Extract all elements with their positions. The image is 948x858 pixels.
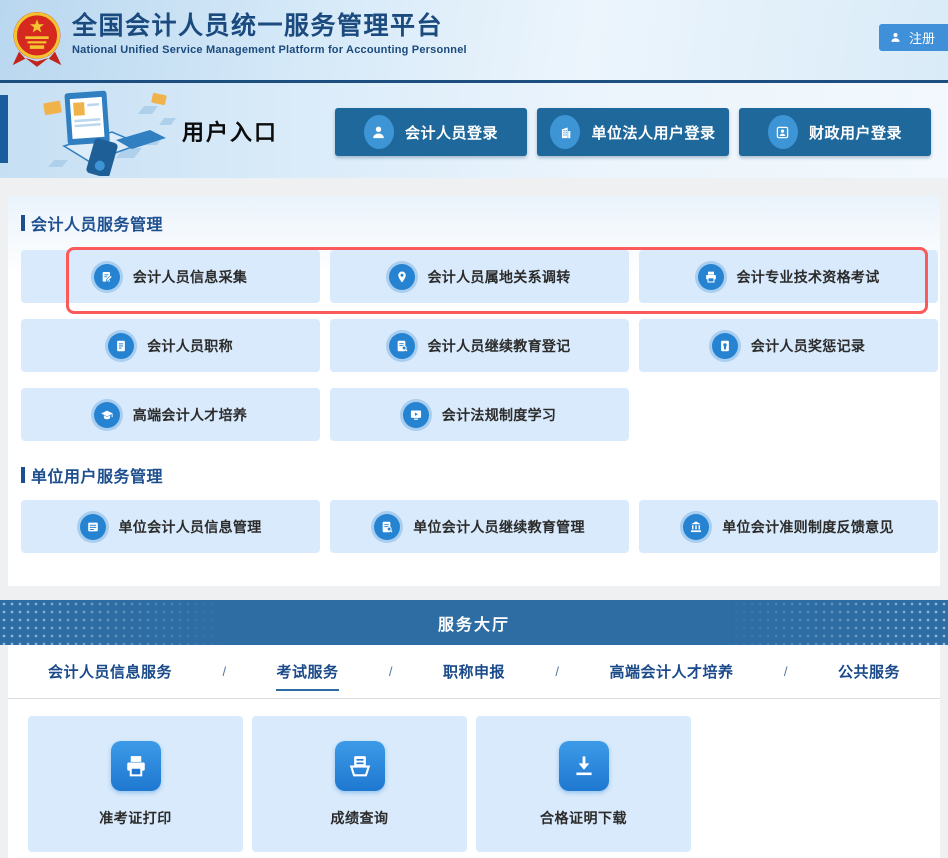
service-card[interactable]: 单位会计人员信息管理 (21, 500, 320, 553)
brand-block: 全国会计人员统一服务管理平台 National Unified Service … (72, 11, 467, 56)
printer-icon (698, 264, 724, 290)
page-subtitle: National Unified Service Management Plat… (72, 44, 467, 56)
id-card-icon (80, 514, 106, 540)
login-button-label: 单位法人用户登录 (591, 122, 715, 143)
tab-separator: / (784, 664, 788, 679)
edit-doc-icon (99, 269, 115, 285)
service-card[interactable]: 会计人员属地关系调转 (330, 250, 629, 303)
tab-5[interactable]: 公共服务 (838, 661, 900, 682)
service-cards-personnel: 会计人员信息采集 会计人员属地关系调转 会计专业技术资格考试会计人员职称 会计人员继续… (21, 250, 938, 441)
tab-separator: / (555, 664, 559, 679)
doc-badge-icon (712, 333, 738, 359)
printer-icon (703, 269, 719, 285)
band-accent-strip (0, 95, 8, 163)
person-icon (889, 31, 902, 44)
register-button[interactable]: 注册 (879, 24, 948, 51)
national-emblem-icon (10, 8, 64, 70)
document-icon (113, 338, 129, 354)
service-card[interactable]: 会计人员职称 (21, 319, 320, 372)
section-title-personnel: 会计人员服务管理 (21, 212, 940, 234)
scan-doc-icon (335, 741, 385, 791)
service-tile[interactable]: 准考证打印 (28, 716, 243, 852)
doc-search-icon (389, 333, 415, 359)
login-button-1[interactable]: 会计人员登录 (335, 108, 527, 156)
service-card[interactable]: 会计专业技术资格考试 (639, 250, 938, 303)
register-label: 注册 (909, 28, 935, 47)
badge-person-icon (774, 124, 791, 141)
printer2-icon (111, 741, 161, 791)
service-card-label: 会计人员继续教育登记 (428, 336, 571, 356)
service-cards-unit: 单位会计人员信息管理 单位会计人员继续教育管理 单位会计准则制度反馈意见 (21, 500, 938, 553)
section-title-unit: 单位用户服务管理 (21, 464, 940, 486)
page-header: 全国会计人员统一服务管理平台 National Unified Service … (0, 0, 948, 80)
user-entry-title: 用户入口 (182, 83, 278, 178)
user-entry-illustration (26, 86, 181, 176)
service-card[interactable]: 会计人员奖惩记录 (639, 319, 938, 372)
graduation-cap-icon (94, 402, 120, 428)
service-card[interactable]: 高端会计人才培养 (21, 388, 320, 441)
service-card-label: 会计人员属地关系调转 (428, 267, 571, 287)
tab-separator: / (389, 664, 393, 679)
service-hall-title: 服务大厅 (438, 611, 510, 635)
service-tile-label: 成绩查询 (331, 808, 389, 828)
service-card-label: 单位会计人员信息管理 (119, 517, 262, 537)
service-card[interactable]: 会计人员继续教育登记 (330, 319, 629, 372)
monitor-play-icon (403, 402, 429, 428)
service-card[interactable]: 单位会计准则制度反馈意见 (639, 500, 938, 553)
service-hall-tabs: 会计人员信息服务 / 考试服务 / 职称申报 / 高端会计人才培养 / 公共服务 (8, 645, 940, 699)
edit-doc-icon (94, 264, 120, 290)
id-card-icon (85, 519, 101, 535)
doc-search-icon (374, 514, 400, 540)
service-tile-label: 准考证打印 (99, 808, 172, 828)
tab-3[interactable]: 职称申报 (443, 661, 505, 682)
tab-4[interactable]: 高端会计人才培养 (609, 661, 733, 682)
badge-person-icon (768, 115, 798, 149)
tab-2[interactable]: 考试服务 (276, 661, 338, 682)
building-feedback-icon (683, 514, 709, 540)
service-card-label: 单位会计准则制度反馈意见 (722, 517, 894, 537)
person-icon (364, 115, 394, 149)
main-panel: 会计人员服务管理 会计人员信息采集会计人员属地关系调转会计专业技术资格考试会计人… (8, 196, 940, 586)
service-card-label: 高端会计人才培养 (133, 405, 247, 425)
document-icon (108, 333, 134, 359)
service-tile[interactable]: 成绩查询 (252, 716, 467, 852)
tab-separator: / (222, 664, 226, 679)
service-card-label: 会计人员奖惩记录 (751, 336, 865, 356)
service-hall-banner: 服务大厅 (0, 600, 948, 645)
service-card[interactable]: 会计人员信息采集 (21, 250, 320, 303)
user-entry-band: 用户入口 会计人员登录 单位法人用户登录 财政用户登录 (0, 83, 948, 178)
monitor-play-icon (408, 407, 424, 423)
login-button-label: 会计人员登录 (405, 122, 498, 143)
service-hall-panel: 会计人员信息服务 / 考试服务 / 职称申报 / 高端会计人才培养 / 公共服务 准考证打印 成绩… (8, 645, 940, 858)
building-icon (550, 115, 580, 149)
download-icon (570, 752, 598, 780)
service-card-label: 会计人员信息采集 (133, 267, 247, 287)
building-feedback-icon (688, 519, 704, 535)
service-tile-label: 合格证明下载 (540, 808, 627, 828)
tab-1[interactable]: 会计人员信息服务 (48, 661, 172, 682)
service-tile[interactable]: 合格证明下载 (476, 716, 691, 852)
service-card-label: 会计法规制度学习 (442, 405, 556, 425)
page-title: 全国会计人员统一服务管理平台 (72, 11, 467, 41)
location-pin-icon (389, 264, 415, 290)
download-icon (559, 741, 609, 791)
service-card[interactable]: 会计法规制度学习 (330, 388, 629, 441)
person-icon (370, 124, 387, 141)
login-button-3[interactable]: 财政用户登录 (739, 108, 931, 156)
service-hall-tiles: 准考证打印 成绩查询 合格证明下载 (28, 716, 940, 852)
doc-search-icon (394, 338, 410, 354)
doc-search-icon (379, 519, 395, 535)
scan-doc-icon (346, 752, 374, 780)
login-button-label: 财政用户登录 (809, 122, 902, 143)
service-card-label: 会计专业技术资格考试 (737, 267, 880, 287)
doc-badge-icon (717, 338, 733, 354)
printer2-icon (122, 752, 150, 780)
service-card-label: 会计人员职称 (147, 336, 233, 356)
service-card[interactable]: 单位会计人员继续教育管理 (330, 500, 629, 553)
building-icon (557, 124, 574, 141)
location-pin-icon (394, 269, 410, 285)
login-button-2[interactable]: 单位法人用户登录 (537, 108, 729, 156)
graduation-cap-icon (99, 407, 115, 423)
service-card-label: 单位会计人员继续教育管理 (413, 517, 585, 537)
